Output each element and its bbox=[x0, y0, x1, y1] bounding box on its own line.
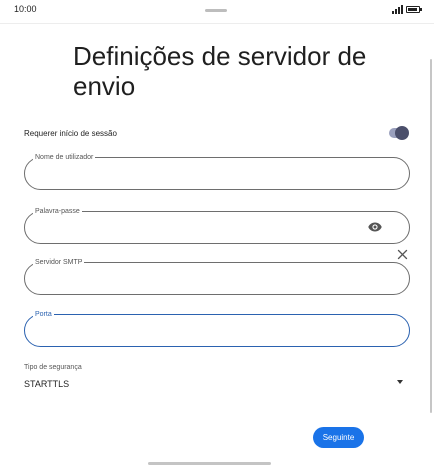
smtp-server-label: Servidor SMTP bbox=[33, 258, 85, 267]
require-signin-toggle[interactable] bbox=[389, 126, 409, 140]
security-type-select[interactable]: STARTTLS bbox=[24, 379, 69, 389]
smtp-server-input[interactable] bbox=[39, 271, 373, 289]
toggle-knob bbox=[395, 126, 409, 140]
dropdown-arrow-icon[interactable] bbox=[397, 380, 403, 384]
page-title: Definições de servidor de envio bbox=[73, 41, 367, 101]
screen: 10:00 Definições de servidor de envio Re… bbox=[0, 0, 434, 471]
status-icons bbox=[392, 5, 422, 14]
signal-icon bbox=[392, 5, 403, 14]
scrollbar[interactable] bbox=[430, 59, 432, 413]
home-indicator[interactable] bbox=[148, 462, 271, 465]
settings-panel: Definições de servidor de envio Requerer… bbox=[0, 23, 434, 471]
port-field[interactable]: Porta bbox=[24, 310, 410, 347]
clear-icon[interactable] bbox=[397, 249, 408, 260]
battery-icon bbox=[406, 6, 422, 13]
notch-pill bbox=[205, 9, 227, 12]
username-field[interactable]: Nome de utilizador bbox=[24, 153, 410, 190]
password-label: Palavra-passe bbox=[33, 207, 82, 216]
security-type-label: Tipo de segurança bbox=[24, 364, 82, 371]
status-bar: 10:00 bbox=[0, 0, 434, 22]
next-button[interactable]: Seguinte bbox=[313, 427, 364, 448]
status-time: 10:00 bbox=[14, 4, 37, 14]
require-signin-label: Requerer início de sessão bbox=[24, 129, 117, 138]
password-field[interactable]: Palavra-passe bbox=[24, 207, 410, 244]
username-input[interactable] bbox=[39, 166, 373, 184]
password-input[interactable] bbox=[39, 220, 343, 238]
eye-icon[interactable] bbox=[368, 221, 382, 233]
smtp-server-field[interactable]: Servidor SMTP bbox=[24, 258, 410, 295]
port-label: Porta bbox=[33, 310, 54, 319]
port-input[interactable] bbox=[39, 323, 373, 341]
username-label: Nome de utilizador bbox=[33, 153, 96, 162]
